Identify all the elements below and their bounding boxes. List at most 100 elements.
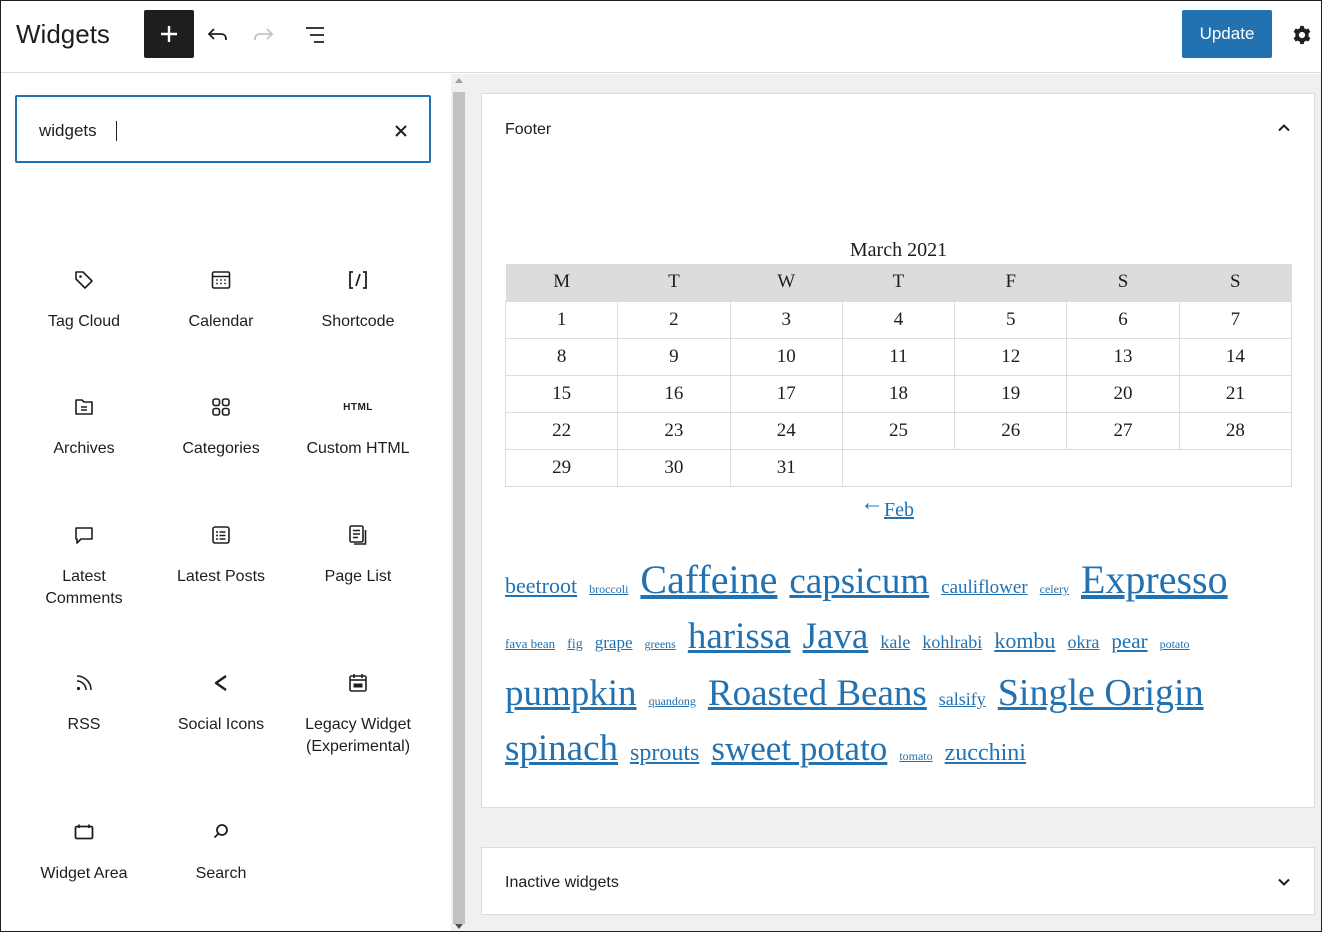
tag-link[interactable]: celery: [1040, 582, 1069, 596]
block-label: Custom HTML: [306, 440, 410, 457]
tag-link[interactable]: kohlrabi: [922, 632, 982, 652]
calendar-day: 13: [1066, 337, 1180, 376]
tag-link[interactable]: Caffeine: [640, 557, 777, 602]
inserter-scrollbar[interactable]: [451, 74, 468, 931]
calendar-day: 23: [617, 411, 731, 450]
inactive-widgets-area[interactable]: Inactive widgets: [481, 847, 1315, 915]
calendar-day: 20: [1066, 374, 1180, 413]
calendar-day: 17: [729, 374, 843, 413]
tag-link[interactable]: sweet potato: [711, 729, 887, 768]
calendar-day: 7: [1178, 300, 1293, 339]
tag-link[interactable]: broccoli: [589, 582, 628, 596]
block-calendar[interactable]: Calendar: [156, 265, 286, 333]
tag-link[interactable]: sprouts: [630, 740, 699, 766]
block-label: Latest Posts: [176, 568, 266, 585]
tag-link[interactable]: spinach: [505, 728, 618, 769]
weekday-header: W: [730, 264, 843, 301]
weekday-header: T: [842, 264, 955, 301]
undo-icon: [207, 28, 227, 40]
list-view-button[interactable]: [298, 18, 332, 52]
calendar-day: 27: [1066, 411, 1180, 450]
share-icon: [214, 675, 227, 691]
comment-icon: [75, 527, 93, 544]
tag-link[interactable]: zucchini: [945, 740, 1026, 766]
block-search[interactable]: [15, 95, 431, 163]
block-search[interactable]: Search: [156, 817, 286, 885]
scroll-up-arrow-icon[interactable]: [455, 78, 463, 83]
block-latest-comments[interactable]: Latest Comments: [19, 520, 149, 610]
tag-link[interactable]: pear: [1111, 629, 1147, 653]
tag-link[interactable]: Single Origin: [998, 672, 1204, 714]
archive-icon: [75, 399, 93, 415]
weekday-header: T: [617, 264, 731, 301]
tag-link[interactable]: okra: [1067, 632, 1099, 652]
undo-button[interactable]: [201, 18, 235, 52]
add-block-button[interactable]: [144, 10, 194, 58]
tag-link[interactable]: cauliflower: [941, 577, 1028, 598]
widget-areas-canvas: Footer March 2021 M T W T F S S 1 2 3 4 …: [468, 74, 1321, 931]
tag-link[interactable]: Roasted Beans: [708, 673, 927, 714]
tag-link[interactable]: capsicum: [789, 561, 929, 602]
collapse-toggle[interactable]: [1272, 116, 1296, 140]
tag-link[interactable]: tomato: [899, 749, 932, 763]
search-icon: [213, 824, 228, 839]
tag-link[interactable]: salsify: [939, 689, 986, 709]
widget-area-title: Inactive widgets: [505, 874, 619, 891]
tag-link[interactable]: grape: [595, 633, 633, 652]
tag-link[interactable]: Expresso: [1081, 557, 1228, 602]
tag-link[interactable]: kale: [880, 632, 910, 652]
tag-link[interactable]: Java: [803, 616, 869, 657]
block-page-list[interactable]: Page List: [293, 520, 423, 588]
expand-toggle[interactable]: [1272, 870, 1296, 894]
block-social-icons[interactable]: Social Icons: [156, 668, 286, 736]
text-caret: [116, 121, 117, 141]
block-archives[interactable]: Archives: [19, 392, 149, 460]
redo-button[interactable]: [246, 18, 280, 52]
html-icon: HTML: [343, 401, 373, 413]
calendar-day: 22: [504, 411, 619, 450]
block-rss[interactable]: RSS: [19, 668, 149, 736]
tag-link[interactable]: pumpkin: [505, 673, 637, 714]
weekday-header: F: [954, 264, 1067, 301]
block-shortcode[interactable]: Shortcode: [293, 265, 423, 333]
update-button[interactable]: Update: [1182, 10, 1272, 58]
calendar-week: 1 2 3 4 5 6 7: [504, 300, 1293, 339]
block-label: Calendar: [188, 313, 254, 330]
tag-link[interactable]: quandong: [649, 694, 696, 708]
calendar-day: 28: [1178, 411, 1293, 450]
calendar-day: 2: [617, 300, 731, 339]
block-label: Page List: [324, 568, 392, 585]
tag-link[interactable]: potato: [1160, 637, 1190, 651]
tag-link[interactable]: fava bean: [505, 636, 555, 651]
block-custom-html[interactable]: HTML Custom HTML: [293, 392, 423, 460]
settings-button[interactable]: [1285, 18, 1319, 52]
block-widget-area[interactable]: Widget Area: [19, 817, 149, 885]
calendar-caption: March 2021: [849, 239, 948, 261]
scroll-down-arrow-icon[interactable]: [455, 924, 463, 929]
calendar-day: 14: [1178, 337, 1293, 376]
chevron-up-icon: [1278, 124, 1290, 132]
scroll-thumb[interactable]: [453, 92, 465, 924]
search-input[interactable]: [39, 119, 359, 143]
calendar-prev-month-link[interactable]: ←Feb: [860, 490, 914, 522]
block-latest-posts[interactable]: Latest Posts: [156, 520, 286, 588]
tag-link[interactable]: kombu: [994, 628, 1055, 653]
block-categories[interactable]: Categories: [156, 392, 286, 460]
tag-link[interactable]: beetroot: [505, 573, 577, 598]
tag-link[interactable]: greens: [645, 637, 676, 651]
widget-area-title: Footer: [505, 121, 552, 138]
close-icon: [395, 125, 407, 137]
clear-search-button[interactable]: [387, 117, 415, 145]
tag-link[interactable]: fig: [567, 637, 583, 652]
block-legacy-widget[interactable]: Legacy Widget (Experimental): [293, 668, 423, 758]
tag-link[interactable]: harissa: [688, 616, 791, 657]
footer-widget-area[interactable]: Footer March 2021 M T W T F S S 1 2 3 4 …: [481, 93, 1315, 808]
shortcode-icon: [349, 271, 367, 289]
block-tag-cloud[interactable]: Tag Cloud: [19, 265, 149, 333]
calendar-day: 3: [729, 300, 843, 339]
calendar-day: 12: [954, 337, 1068, 376]
prev-month-label: Feb: [884, 499, 914, 521]
block-label: RSS: [67, 716, 101, 733]
chevron-down-icon: [1278, 878, 1290, 886]
calendar-widget: M T W T F S S 1 2 3 4 5 6 7 8 9 10 11 12…: [504, 264, 1293, 487]
